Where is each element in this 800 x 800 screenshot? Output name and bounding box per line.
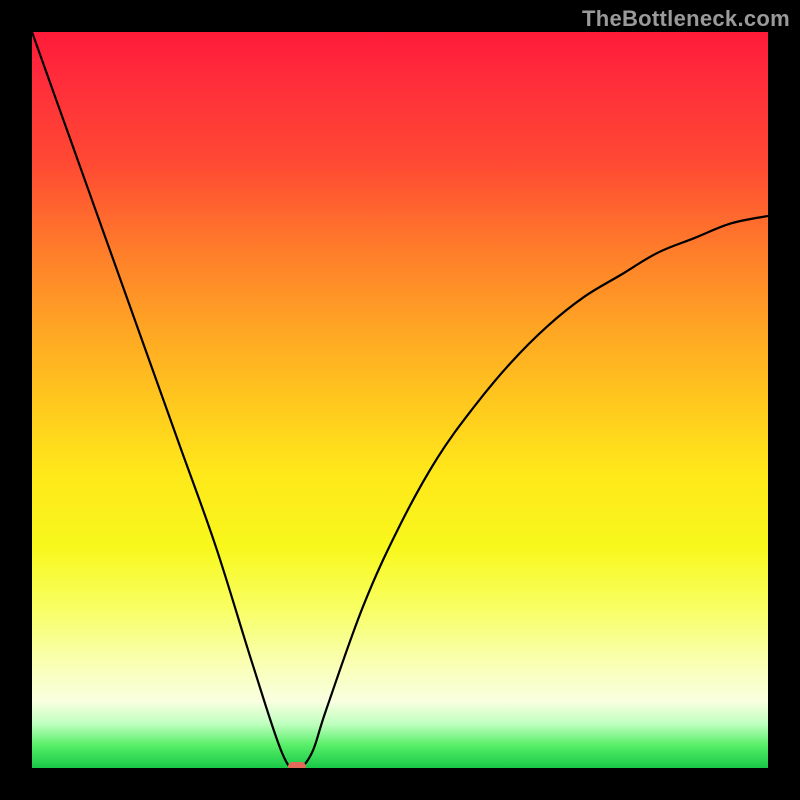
bottleneck-curve — [32, 32, 768, 768]
chart-frame: TheBottleneck.com — [0, 0, 800, 800]
optimal-point-marker — [288, 762, 306, 768]
plot-area — [32, 32, 768, 768]
watermark-text: TheBottleneck.com — [582, 6, 790, 32]
